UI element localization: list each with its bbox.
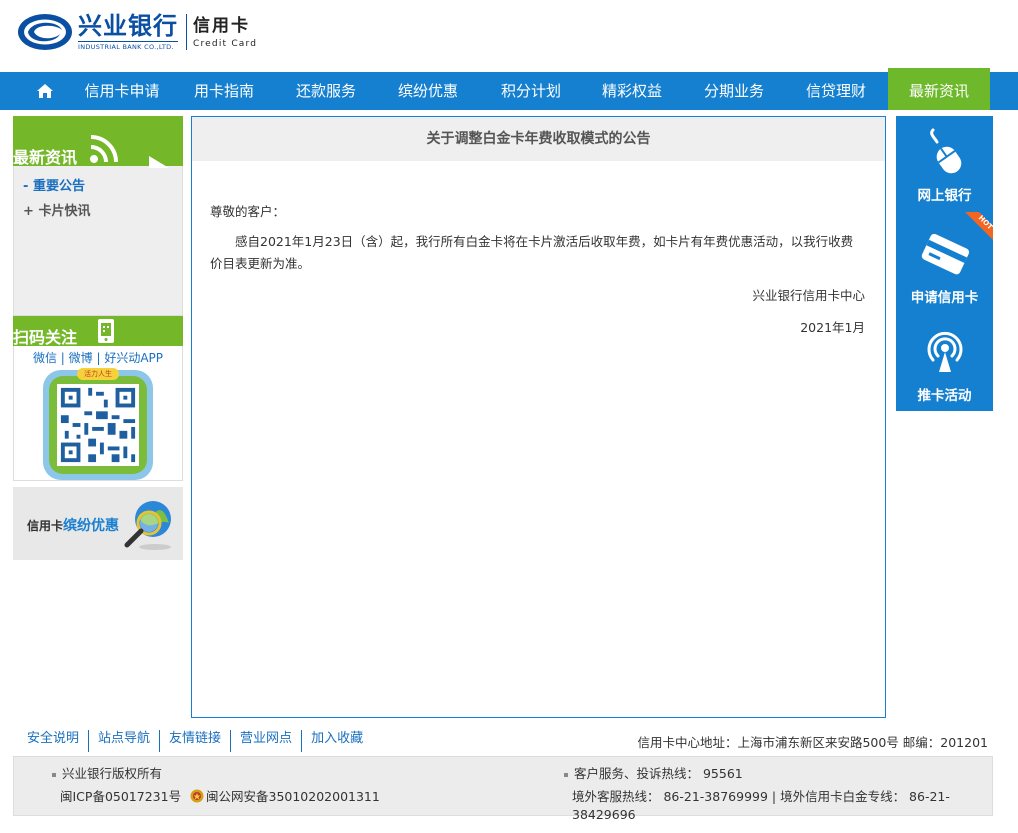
overseas-hotline: 境外客服热线： 86-21-38769999 | 境外信用卡白金专线： 86-2… — [572, 789, 950, 822]
left-sidebar: 最新资讯 - 重要公告 + 卡片快讯 扫码关注 微信 | 微博 | 好兴动APP… — [13, 116, 183, 560]
copyright: 兴业银行版权所有 — [52, 765, 162, 783]
logo-sub-cn: 信用卡 — [193, 15, 250, 36]
qr-title: 扫码关注 — [13, 328, 78, 347]
footer-link-branches[interactable]: 营业网点 — [231, 730, 303, 752]
bank-logo-icon — [18, 14, 72, 50]
qr-frame: 活力人生 — [43, 368, 153, 480]
promo-prefix: 信用卡 — [27, 519, 64, 533]
magnifier-globe-icon — [124, 501, 171, 550]
news-title: 最新资讯 — [13, 148, 78, 167]
nav-home[interactable] — [30, 72, 60, 110]
rss-icon — [90, 135, 118, 163]
logo-divider — [186, 14, 187, 50]
article-panel: 关于调整白金卡年费收取模式的公告 尊敬的客户： 感自2021年1月23日（含）起… — [191, 116, 886, 718]
hotline-text: 客户服务、投诉热线： 95561 — [574, 766, 743, 781]
qr-panel-title: 扫码关注 — [13, 316, 183, 347]
promo-banner[interactable]: 信用卡缤纷优惠 — [13, 487, 183, 560]
promo-highlight: 缤纷优惠 — [63, 518, 120, 534]
nav-item-card-apply[interactable]: 信用卡申请 — [72, 72, 172, 110]
hotline: 客户服务、投诉热线： 95561 — [564, 765, 743, 783]
online-banking-label: 网上银行 — [917, 188, 972, 204]
expand-icon: + — [23, 204, 34, 219]
credit-card-icon — [921, 233, 969, 275]
news-link-label: 重要公告 — [32, 179, 85, 194]
home-icon — [37, 84, 53, 98]
logo-sub-en: Credit Card — [193, 38, 258, 49]
nav-item-repayment[interactable]: 还款服务 — [282, 72, 370, 110]
center-address: 信用卡中心地址：上海市浦东新区来安路500号 邮编：201201 — [637, 735, 988, 750]
logo-en: INDUSTRIAL BANK CO.,LTD. — [78, 41, 178, 51]
news-panel-title: 最新资讯 — [13, 116, 183, 168]
icp-record[interactable]: 闽ICP备05017231号 — [60, 788, 181, 806]
signal-icon — [927, 331, 962, 372]
nav-item-benefits[interactable]: 精彩权益 — [588, 72, 676, 110]
footer-links: 安全说明 站点导航 友情链接 营业网点 加入收藏 — [18, 730, 372, 752]
header: 兴业银行 INDUSTRIAL BANK CO.,LTD. 信用卡 Credit… — [0, 0, 1018, 72]
panel-corner-icon — [149, 156, 169, 168]
bullet-icon — [52, 772, 56, 777]
logo[interactable]: 兴业银行 INDUSTRIAL BANK CO.,LTD. 信用卡 Credit… — [16, 12, 257, 52]
card-promo-link[interactable]: 推卡活动 — [896, 330, 993, 404]
footer: 兴业银行版权所有 闽ICP备05017231号 闽公网安备35010202001… — [13, 756, 993, 822]
bullet-icon — [564, 772, 568, 777]
footer-link-sitemap[interactable]: 站点导航 — [89, 730, 161, 752]
article-content: 感自2021年1月23日（含）起，我行所有白金卡将在卡片激活后收取年费，如卡片有… — [210, 234, 854, 271]
news-link-important[interactable]: - 重要公告 — [14, 174, 182, 199]
news-panel: - 重要公告 + 卡片快讯 — [13, 166, 183, 316]
collapse-icon: - — [23, 179, 29, 194]
footer-link-favorite[interactable]: 加入收藏 — [302, 730, 372, 752]
nav-item-latest-news[interactable]: 最新资讯 — [888, 68, 990, 110]
card-promo-label: 推卡活动 — [917, 388, 972, 404]
logo-cn: 兴业银行 — [78, 11, 178, 40]
nav-item-installment[interactable]: 分期业务 — [690, 72, 778, 110]
article-title: 关于调整白金卡年费收取模式的公告 — [192, 117, 885, 161]
nav-item-finance[interactable]: 信贷理财 — [792, 72, 880, 110]
news-link-label: 卡片快讯 — [38, 204, 91, 219]
news-link-card-news[interactable]: + 卡片快讯 — [14, 199, 182, 224]
qr-code-image — [57, 384, 139, 466]
main-nav: 信用卡申请 用卡指南 还款服务 缤纷优惠 积分计划 精彩权益 分期业务 信贷理财… — [0, 68, 1018, 110]
article-signature: 兴业银行信用卡中心 — [752, 288, 865, 303]
apply-card-label: 申请信用卡 — [910, 290, 979, 306]
article-greeting: 尊敬的客户： — [210, 204, 286, 219]
police-badge-icon — [190, 789, 204, 803]
online-banking-link[interactable]: 网上银行 — [896, 128, 993, 204]
footer-link-friends[interactable]: 友情链接 — [160, 730, 232, 752]
apply-card-link[interactable]: 申请信用卡 — [896, 232, 993, 306]
right-sidebar: 网上银行 HOT 申请信用卡 推卡活动 — [896, 116, 993, 411]
qr-panel: 微信 | 微博 | 好兴动APP 活力人生 — [13, 346, 183, 481]
nav-item-offers[interactable]: 缤纷优惠 — [384, 72, 472, 110]
police-record-text: 闽公网安备35010202001311 — [206, 789, 380, 804]
footer-link-security[interactable]: 安全说明 — [18, 730, 90, 752]
nav-item-points[interactable]: 积分计划 — [487, 72, 575, 110]
promo-text: 信用卡缤纷优惠 — [27, 515, 119, 535]
qr-links[interactable]: 微信 | 微博 | 好兴动APP — [14, 346, 182, 366]
mouse-icon — [929, 128, 961, 174]
copyright-text: 兴业银行版权所有 — [62, 766, 163, 781]
phone-icon — [98, 319, 114, 343]
police-record[interactable]: 闽公网安备35010202001311 — [190, 788, 380, 806]
qr-badge: 活力人生 — [77, 368, 119, 380]
article-date: 2021年1月 — [800, 320, 865, 335]
article-body: 尊敬的客户： 感自2021年1月23日（含）起，我行所有白金卡将在卡片激活后收取… — [192, 161, 885, 339]
nav-item-card-guide[interactable]: 用卡指南 — [180, 72, 268, 110]
